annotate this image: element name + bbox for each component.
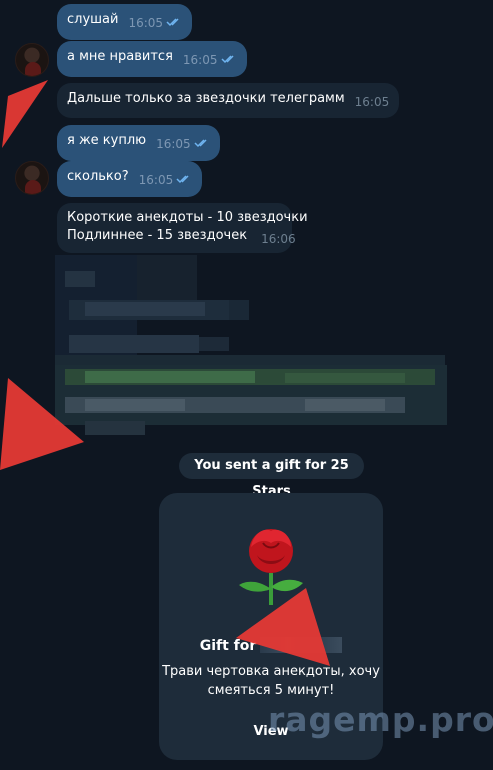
- red-arrow-annotation: [236, 588, 330, 666]
- message-text: Дальше только за звездочки телеграмм: [67, 91, 345, 106]
- message-bubble[interactable]: Короткие анекдоты - 10 звездочки Подлинн…: [57, 203, 308, 253]
- watermark: ragemp.pro: [268, 700, 493, 739]
- gift-service-message: You sent a gift for 25 Stars: [179, 453, 364, 499]
- message-time: 16:05: [138, 173, 174, 187]
- read-checks-icon: [176, 172, 192, 190]
- message-bubble[interactable]: а мне нравится 16:05: [57, 41, 247, 77]
- red-arrow-annotation: [0, 378, 84, 470]
- censored-message-area: [55, 255, 447, 447]
- message-text: слушай: [67, 12, 119, 27]
- read-checks-icon: [194, 136, 210, 154]
- message-bubble[interactable]: я же куплю 16:05: [57, 125, 220, 161]
- message-time: 16:05: [354, 95, 390, 109]
- message-text: я же куплю: [67, 133, 147, 148]
- message-time: 16:06: [261, 232, 296, 246]
- message-bubble[interactable]: слушай 16:05: [57, 4, 193, 40]
- red-arrow-annotation: [2, 80, 48, 148]
- avatar[interactable]: [15, 161, 49, 195]
- message-text-line: Подлиннее - 15 звездочек: [67, 228, 248, 243]
- read-checks-icon: [220, 52, 237, 70]
- message-bubble[interactable]: сколько? 16:05: [57, 161, 203, 197]
- message-text-line: Короткие анекдоты - 10 звездочки: [67, 210, 308, 225]
- message-time: 16:05: [156, 137, 191, 151]
- message-text: сколько?: [67, 169, 129, 184]
- message-bubble[interactable]: Дальше только за звездочки телеграмм 16:0…: [57, 83, 400, 118]
- message-text: а мне нравится: [67, 49, 173, 64]
- message-time: 16:05: [182, 53, 218, 67]
- chat-area[interactable]: слушай 16:05 а мне нравится 16:05 Дальше т…: [0, 0, 493, 770]
- read-checks-icon: [166, 15, 182, 33]
- message-time: 16:05: [128, 16, 164, 30]
